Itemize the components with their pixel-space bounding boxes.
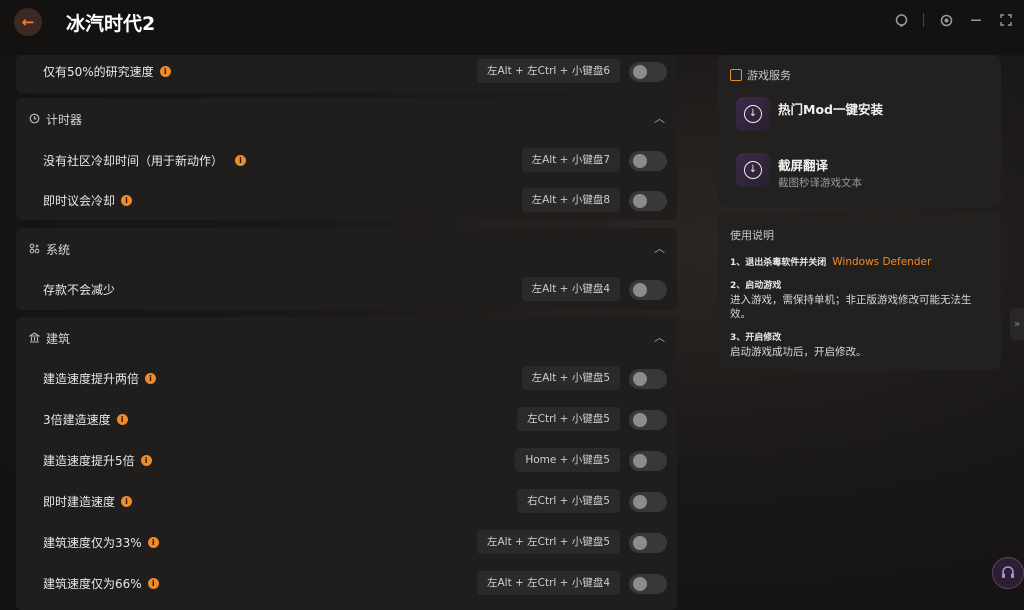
panel-title: 游戏服务 xyxy=(747,69,791,82)
cheat-list: 仅有50%的研究速度 i 左Alt + 左Ctrl + 小键盘6 计时器 ︿ 没有… xyxy=(16,55,677,610)
option-label: 仅有50%的研究速度 xyxy=(43,65,154,79)
hotkey-badge: 左Alt + 小键盘4 xyxy=(521,277,620,301)
guide-step-2: 2、启动游戏 进入游戏，需保持单机；非正版游戏修改可能无法生效。 xyxy=(730,281,972,320)
hotkey-badge: 右Ctrl + 小键盘5 xyxy=(517,489,620,513)
hotkey-badge: 左Alt + 左Ctrl + 小键盘5 xyxy=(476,530,620,554)
list-item: 建造速度提升两倍 i 左Alt + 小键盘5 xyxy=(16,363,677,393)
mod-install-item[interactable]: ↓ 热门Mod一键安装 xyxy=(736,97,996,137)
guide-step-1: 1、退出杀毒软件并关闭 Windows Defender xyxy=(730,256,932,268)
hotkey-badge: 左Alt + 左Ctrl + 小键盘6 xyxy=(476,59,620,83)
option-label: 建造速度提升5倍 xyxy=(43,454,135,468)
option-label: 建筑速度仅为33% xyxy=(43,536,142,550)
toggle-switch[interactable] xyxy=(629,574,667,594)
list-item: 3倍建造速度 i 左Ctrl + 小键盘5 xyxy=(16,404,677,434)
system-section: 系统 ︿ 存款不会减少 左Alt + 小键盘4 xyxy=(16,228,677,310)
windows-defender-link: Windows Defender xyxy=(832,256,932,268)
option-label: 存款不会减少 xyxy=(43,283,116,297)
window-controls xyxy=(893,12,1014,28)
service-description: 截图秒译游戏文本 xyxy=(778,177,862,189)
list-item: 建筑速度仅为33% i 左Alt + 左Ctrl + 小键盘5 xyxy=(16,527,677,557)
fullscreen-icon[interactable] xyxy=(998,12,1014,28)
toggle-switch[interactable] xyxy=(629,492,667,512)
toggle-switch[interactable] xyxy=(629,369,667,389)
option-label: 3倍建造速度 xyxy=(43,413,111,427)
info-icon[interactable]: i xyxy=(140,455,152,466)
chevron-up-icon[interactable]: ︿ xyxy=(654,329,665,345)
service-name: 热门Mod一键安装 xyxy=(778,102,883,117)
option-label: 即时议会冷却 xyxy=(43,194,116,208)
info-icon[interactable]: i xyxy=(116,414,128,425)
toggle-switch[interactable] xyxy=(629,280,667,300)
chevron-up-icon[interactable]: ︿ xyxy=(654,240,665,256)
title-bar: ← 冰汽时代2 xyxy=(0,0,1024,55)
hotkey-badge: 左Ctrl + 小键盘5 xyxy=(517,407,620,431)
info-icon[interactable]: i xyxy=(145,373,157,384)
list-item: 存款不会减少 左Alt + 小键盘4 xyxy=(16,274,677,304)
toggle-switch[interactable] xyxy=(629,62,667,82)
guide-step-3: 3、开启修改 启动游戏成功后，开启修改。 xyxy=(730,333,867,358)
screenshot-translate-item[interactable]: ↓ 截屏翻译 截图秒译游戏文本 xyxy=(736,153,996,193)
expand-panel-tab[interactable]: » xyxy=(1010,308,1024,340)
hotkey-badge: 左Alt + 小键盘7 xyxy=(521,148,620,172)
game-services-panel: 游戏服务 ↓ 热门Mod一键安装 ↓ 截屏翻译 截图秒译游戏文本 xyxy=(718,55,1001,207)
list-item: 仅有50%的研究速度 i 左Alt + 左Ctrl + 小键盘6 xyxy=(16,56,677,86)
hotkey-badge: 左Alt + 小键盘5 xyxy=(521,366,620,390)
toggle-switch[interactable] xyxy=(629,533,667,553)
list-item: 即时建造速度 i 右Ctrl + 小键盘5 xyxy=(16,486,677,516)
option-label: 即时建造速度 xyxy=(43,495,116,509)
back-button[interactable]: ← xyxy=(14,8,42,36)
settings-icon[interactable] xyxy=(938,12,954,28)
building-icon xyxy=(27,332,41,344)
info-icon[interactable]: i xyxy=(121,496,133,507)
list-item: 即时议会冷却 i 左Alt + 小键盘8 xyxy=(16,185,677,215)
toggle-switch[interactable] xyxy=(629,410,667,430)
usage-guide-panel: 使用说明 1、退出杀毒软件并关闭 Windows Defender 2、启动游戏 … xyxy=(718,213,1001,370)
divider xyxy=(923,13,924,27)
package-icon xyxy=(730,69,742,81)
headset-icon[interactable] xyxy=(992,557,1024,589)
section-title: 系统 xyxy=(46,242,71,257)
timer-icon xyxy=(28,113,40,125)
notification-icon[interactable] xyxy=(893,12,909,28)
toggle-switch[interactable] xyxy=(629,451,667,471)
toggle-switch[interactable] xyxy=(629,151,667,171)
list-item: 建造速度提升5倍 i Home + 小键盘5 xyxy=(16,445,677,475)
hotkey-badge: 左Alt + 小键盘8 xyxy=(521,188,620,212)
panel-title: 使用说明 xyxy=(730,229,774,242)
list-item: 建筑速度仅为66% i 左Alt + 左Ctrl + 小键盘4 xyxy=(16,568,677,598)
section-title: 建筑 xyxy=(46,331,71,346)
download-icon: ↓ xyxy=(736,97,770,131)
toggle-switch[interactable] xyxy=(629,191,667,211)
download-icon: ↓ xyxy=(736,153,770,187)
info-icon[interactable]: i xyxy=(159,66,171,77)
option-label: 建筑速度仅为66% xyxy=(43,577,142,591)
hotkey-badge: Home + 小键盘5 xyxy=(515,448,620,472)
info-icon[interactable]: i xyxy=(121,195,133,206)
option-label: 没有社区冷却时间（用于新动作） xyxy=(43,154,224,168)
info-icon[interactable]: i xyxy=(147,537,159,548)
building-section: 建筑 ︿ 建造速度提升两倍 i 左Alt + 小键盘5 3倍建造速度 i 左Ctrl… xyxy=(16,317,677,610)
list-item: 没有社区冷却时间（用于新动作） i 左Alt + 小键盘7 xyxy=(16,145,677,175)
minimize-icon[interactable] xyxy=(968,12,984,28)
back-arrow-icon: ← xyxy=(21,13,35,31)
option-label: 建造速度提升两倍 xyxy=(43,372,140,386)
timer-section: 计时器 ︿ 没有社区冷却时间（用于新动作） i 左Alt + 小键盘7 即时议会冷… xyxy=(16,98,677,220)
service-name: 截屏翻译 xyxy=(778,158,829,173)
chevron-up-icon[interactable]: ︿ xyxy=(654,110,665,126)
page-title: 冰汽时代2 xyxy=(66,13,156,35)
section-title: 计时器 xyxy=(46,112,83,127)
hotkey-badge: 左Alt + 左Ctrl + 小键盘4 xyxy=(476,571,620,595)
research-section: 仅有50%的研究速度 i 左Alt + 左Ctrl + 小键盘6 xyxy=(16,55,677,93)
system-icon xyxy=(28,243,40,255)
info-icon[interactable]: i xyxy=(147,578,159,589)
info-icon[interactable]: i xyxy=(235,155,247,166)
